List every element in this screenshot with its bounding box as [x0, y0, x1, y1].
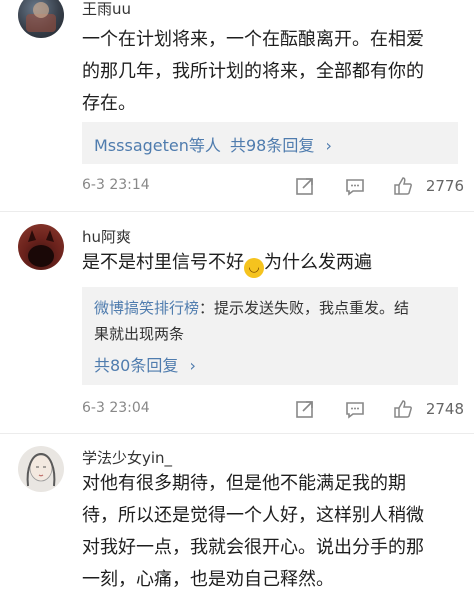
comment-meta: 6-3 23:14 2776: [82, 175, 464, 199]
avatar[interactable]: [18, 224, 64, 270]
comment-meta: 6-3 23:04 2748: [82, 398, 464, 422]
comment-username[interactable]: 学法少女yin_: [82, 447, 172, 468]
comment-username[interactable]: hu阿爽: [82, 226, 131, 247]
reply-text-line: 果就出现两条: [94, 325, 185, 343]
comment-text: 是不是村里信号不好 ◡ 为什么发两遍: [82, 247, 467, 279]
sweat-smile-emoji-icon: ◡: [244, 258, 264, 278]
comment-text-part: 是不是村里信号不好: [82, 252, 244, 273]
avatar-photo: [26, 452, 56, 487]
comment-time: 6-3 23:04: [82, 400, 150, 416]
like-count: 2748: [425, 400, 464, 418]
comment-time: 6-3 23:14: [82, 177, 150, 193]
comment-icon[interactable]: [344, 175, 366, 197]
avatar-photo: [26, 2, 56, 32]
comment-text-line: 一刻，心痛，也是劝自己释然。: [82, 569, 334, 590]
like-icon[interactable]: [392, 398, 414, 420]
comment-text-line: 存在。: [82, 93, 136, 114]
like-count: 2776: [425, 177, 464, 195]
comment-text-line: 的那几年，我所计划的将来，全部都有你的: [82, 61, 424, 82]
comment-icon[interactable]: [344, 398, 366, 420]
chevron-right-icon: ›: [189, 356, 196, 375]
share-icon[interactable]: [294, 398, 316, 420]
like-icon[interactable]: [392, 175, 414, 197]
reply-count-link[interactable]: 共80条回复: [94, 356, 178, 375]
avatar[interactable]: [18, 0, 64, 38]
comment-text-part: 为什么发两遍: [264, 252, 372, 273]
comment-text-line: 对他有很多期待，但是他不能满足我的期: [82, 473, 406, 494]
comment-text-line: 对我好一点，我就会很开心。说出分手的那: [82, 537, 424, 558]
reply-count-link[interactable]: 共98条回复: [230, 136, 314, 155]
comment-text: 对他有很多期待，但是他不能满足我的期 待，所以还是觉得一个人好，这样别人稍微 对…: [82, 468, 467, 596]
chevron-right-icon: ›: [325, 136, 332, 155]
reply-preview-box[interactable]: 微博搞笑排行榜：提示发送失败，我点重发。结 果就出现两条 共80条回复 ›: [82, 287, 458, 385]
avatar[interactable]: [18, 446, 64, 492]
comment-username[interactable]: 王雨uu: [82, 0, 131, 19]
comment-text-line: 待，所以还是觉得一个人好，这样别人稍微: [82, 505, 424, 526]
comment-text-line: 一个在计划将来，一个在酝酿离开。在相爱: [82, 29, 424, 50]
comment-text: 一个在计划将来，一个在酝酿离开。在相爱 的那几年，我所计划的将来，全部都有你的 …: [82, 24, 467, 120]
reply-users[interactable]: Msssageten等人: [94, 136, 221, 155]
reply-author[interactable]: 微博搞笑排行榜: [94, 299, 199, 317]
divider: [0, 211, 474, 212]
avatar-photo: [28, 230, 54, 267]
share-icon[interactable]: [294, 175, 316, 197]
reply-summary-box[interactable]: Msssageten等人 共98条回复 ›: [82, 122, 458, 164]
divider: [0, 433, 474, 434]
reply-text: ：提示发送失败，我点重发。结: [199, 299, 410, 317]
